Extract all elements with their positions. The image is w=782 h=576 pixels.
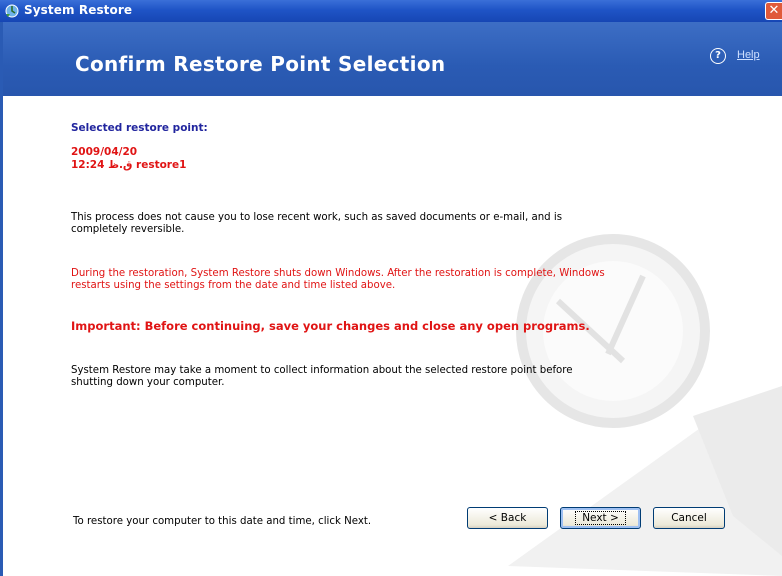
selected-point-date: 2009/04/20 (71, 146, 138, 158)
next-button-label: Next > (575, 511, 626, 525)
selected-point-time-name: 12:24 ق.ظ restore1 (71, 159, 187, 171)
cancel-button-label: Cancel (671, 512, 707, 524)
title-bar: System Restore ✕ (0, 0, 782, 22)
help-link[interactable]: Help (737, 49, 760, 61)
next-button[interactable]: Next > (560, 507, 641, 529)
page-title: Confirm Restore Point Selection (75, 52, 446, 76)
cancel-button[interactable]: Cancel (653, 507, 725, 529)
collect-info-note: System Restore may take a moment to coll… (71, 365, 573, 388)
reversible-note: This process does not cause you to lose … (71, 212, 563, 235)
back-button[interactable]: < Back (467, 507, 548, 529)
close-button[interactable]: ✕ (765, 2, 782, 20)
help-icon[interactable]: ? (710, 48, 726, 64)
important-warning: Important: Before continuing, save your … (71, 319, 590, 333)
window-left-border (0, 22, 3, 576)
shutdown-warning: During the restoration, System Restore s… (71, 268, 605, 291)
system-restore-icon (5, 4, 19, 18)
selected-point-label: Selected restore point: (71, 122, 208, 134)
footer-instruction: To restore your computer to this date an… (73, 516, 372, 527)
close-icon: ✕ (768, 3, 780, 18)
back-button-label: < Back (488, 512, 527, 524)
wizard-content: Selected restore point: 2009/04/20 12:24… (3, 96, 782, 576)
window-title: System Restore (24, 3, 133, 17)
